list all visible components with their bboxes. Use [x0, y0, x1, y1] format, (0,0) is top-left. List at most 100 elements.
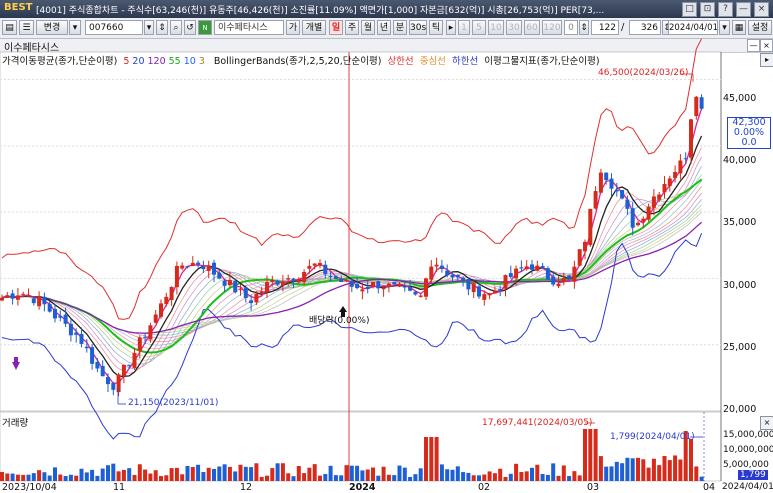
candle-body [286, 278, 291, 280]
volume-bar [42, 472, 47, 481]
volume-bar [392, 475, 397, 481]
volume-close-icon[interactable]: × [760, 416, 773, 430]
volume-bar [556, 475, 561, 481]
candle-body [0, 297, 4, 301]
volume-bar [535, 464, 540, 481]
volume-bar [429, 437, 434, 481]
candle-body [68, 323, 73, 336]
volume-bar [455, 466, 460, 481]
bb-lower-label: 하한선 [451, 56, 479, 67]
volume-bar [174, 467, 179, 481]
volume-bar [355, 465, 360, 481]
candle-body [651, 196, 656, 208]
volume-bar [397, 465, 402, 481]
volume-bar [492, 473, 497, 481]
volume-bar [413, 474, 418, 481]
volume-bar [185, 465, 190, 481]
candle-body [466, 279, 471, 290]
candle-body [583, 241, 587, 252]
candle-body [641, 218, 646, 222]
candle-body [307, 265, 312, 269]
ma-period: 5 [123, 56, 130, 67]
candle-body [540, 265, 545, 269]
candle-body [519, 267, 524, 269]
candle-body [365, 287, 370, 289]
candle-body [561, 277, 566, 283]
volume-bar [37, 470, 42, 481]
candle-body [630, 208, 635, 228]
x-tick: 2023/10/04 [2, 482, 57, 493]
x-tick: 12 [240, 482, 253, 493]
candle-body [190, 262, 195, 266]
candle-body [397, 284, 402, 287]
volume-bar [296, 465, 301, 481]
candle-body [143, 336, 148, 338]
candle-body [217, 272, 222, 279]
volume-bar [514, 463, 519, 481]
volume-bar [641, 459, 646, 481]
volume-bar [487, 471, 492, 481]
volume-bar [408, 476, 413, 481]
candle-body [31, 298, 36, 304]
volume-bar [132, 474, 137, 481]
candle-body [646, 206, 651, 220]
current-change: 0.0 [741, 137, 757, 148]
volume-bar [280, 463, 285, 481]
candle-body [556, 283, 561, 287]
volume-bar [614, 461, 619, 481]
candle-body [185, 266, 190, 268]
volume-bar [699, 476, 704, 481]
volume-bar [349, 465, 354, 481]
volume-bar [106, 465, 110, 481]
volume-bar [588, 429, 593, 481]
volume-bar [243, 466, 248, 481]
bb-upper-label: 상한선 [387, 56, 414, 67]
indicator-legend[interactable]: 가격이동평균(종가,단순이평) 5 20 120 55 10 3 BollingerBan… [2, 53, 603, 67]
volume-bar [646, 467, 651, 481]
candle-body [376, 281, 381, 289]
candle-body [381, 287, 386, 290]
volume-bar [58, 474, 63, 481]
volume-bar [5, 473, 10, 481]
candle-body [116, 374, 121, 393]
volume-bar [312, 464, 317, 481]
candle-body [296, 279, 301, 283]
volume-bar [222, 464, 227, 481]
volume-bar [339, 475, 344, 481]
candle-body [360, 289, 365, 292]
candle-body [318, 263, 322, 266]
candle-body [148, 325, 153, 340]
volume-bar [445, 469, 450, 481]
candle-body [53, 309, 57, 319]
volume-bar [164, 475, 169, 481]
volume-bar [201, 472, 206, 481]
candle-body [349, 280, 354, 287]
volume-bar [148, 473, 153, 481]
candle-body [270, 279, 275, 282]
candle-body [111, 383, 116, 390]
side-expand-icon[interactable]: ▸ [760, 53, 773, 67]
candle-body [137, 337, 142, 352]
candle-body [238, 288, 243, 290]
candle-body [662, 184, 667, 193]
volume-bar [609, 466, 614, 481]
candle-body [58, 315, 63, 318]
candle-body [482, 294, 487, 300]
candle-body [95, 361, 100, 369]
volume-bar [323, 474, 328, 481]
candle-body [598, 172, 603, 193]
candle-body [333, 276, 338, 279]
volume-bar [53, 467, 57, 481]
candle-body [636, 222, 640, 226]
candle-body [159, 303, 163, 317]
x-tick: 11 [113, 482, 126, 493]
volume-bar [121, 469, 126, 481]
volume-bar [662, 455, 667, 481]
volume-bar [545, 474, 550, 481]
candle-body [625, 199, 630, 209]
volume-bar [344, 465, 349, 481]
volume-bar [254, 463, 259, 481]
candle-body [408, 287, 413, 291]
volume-bar [365, 469, 370, 481]
candle-body [461, 277, 466, 281]
